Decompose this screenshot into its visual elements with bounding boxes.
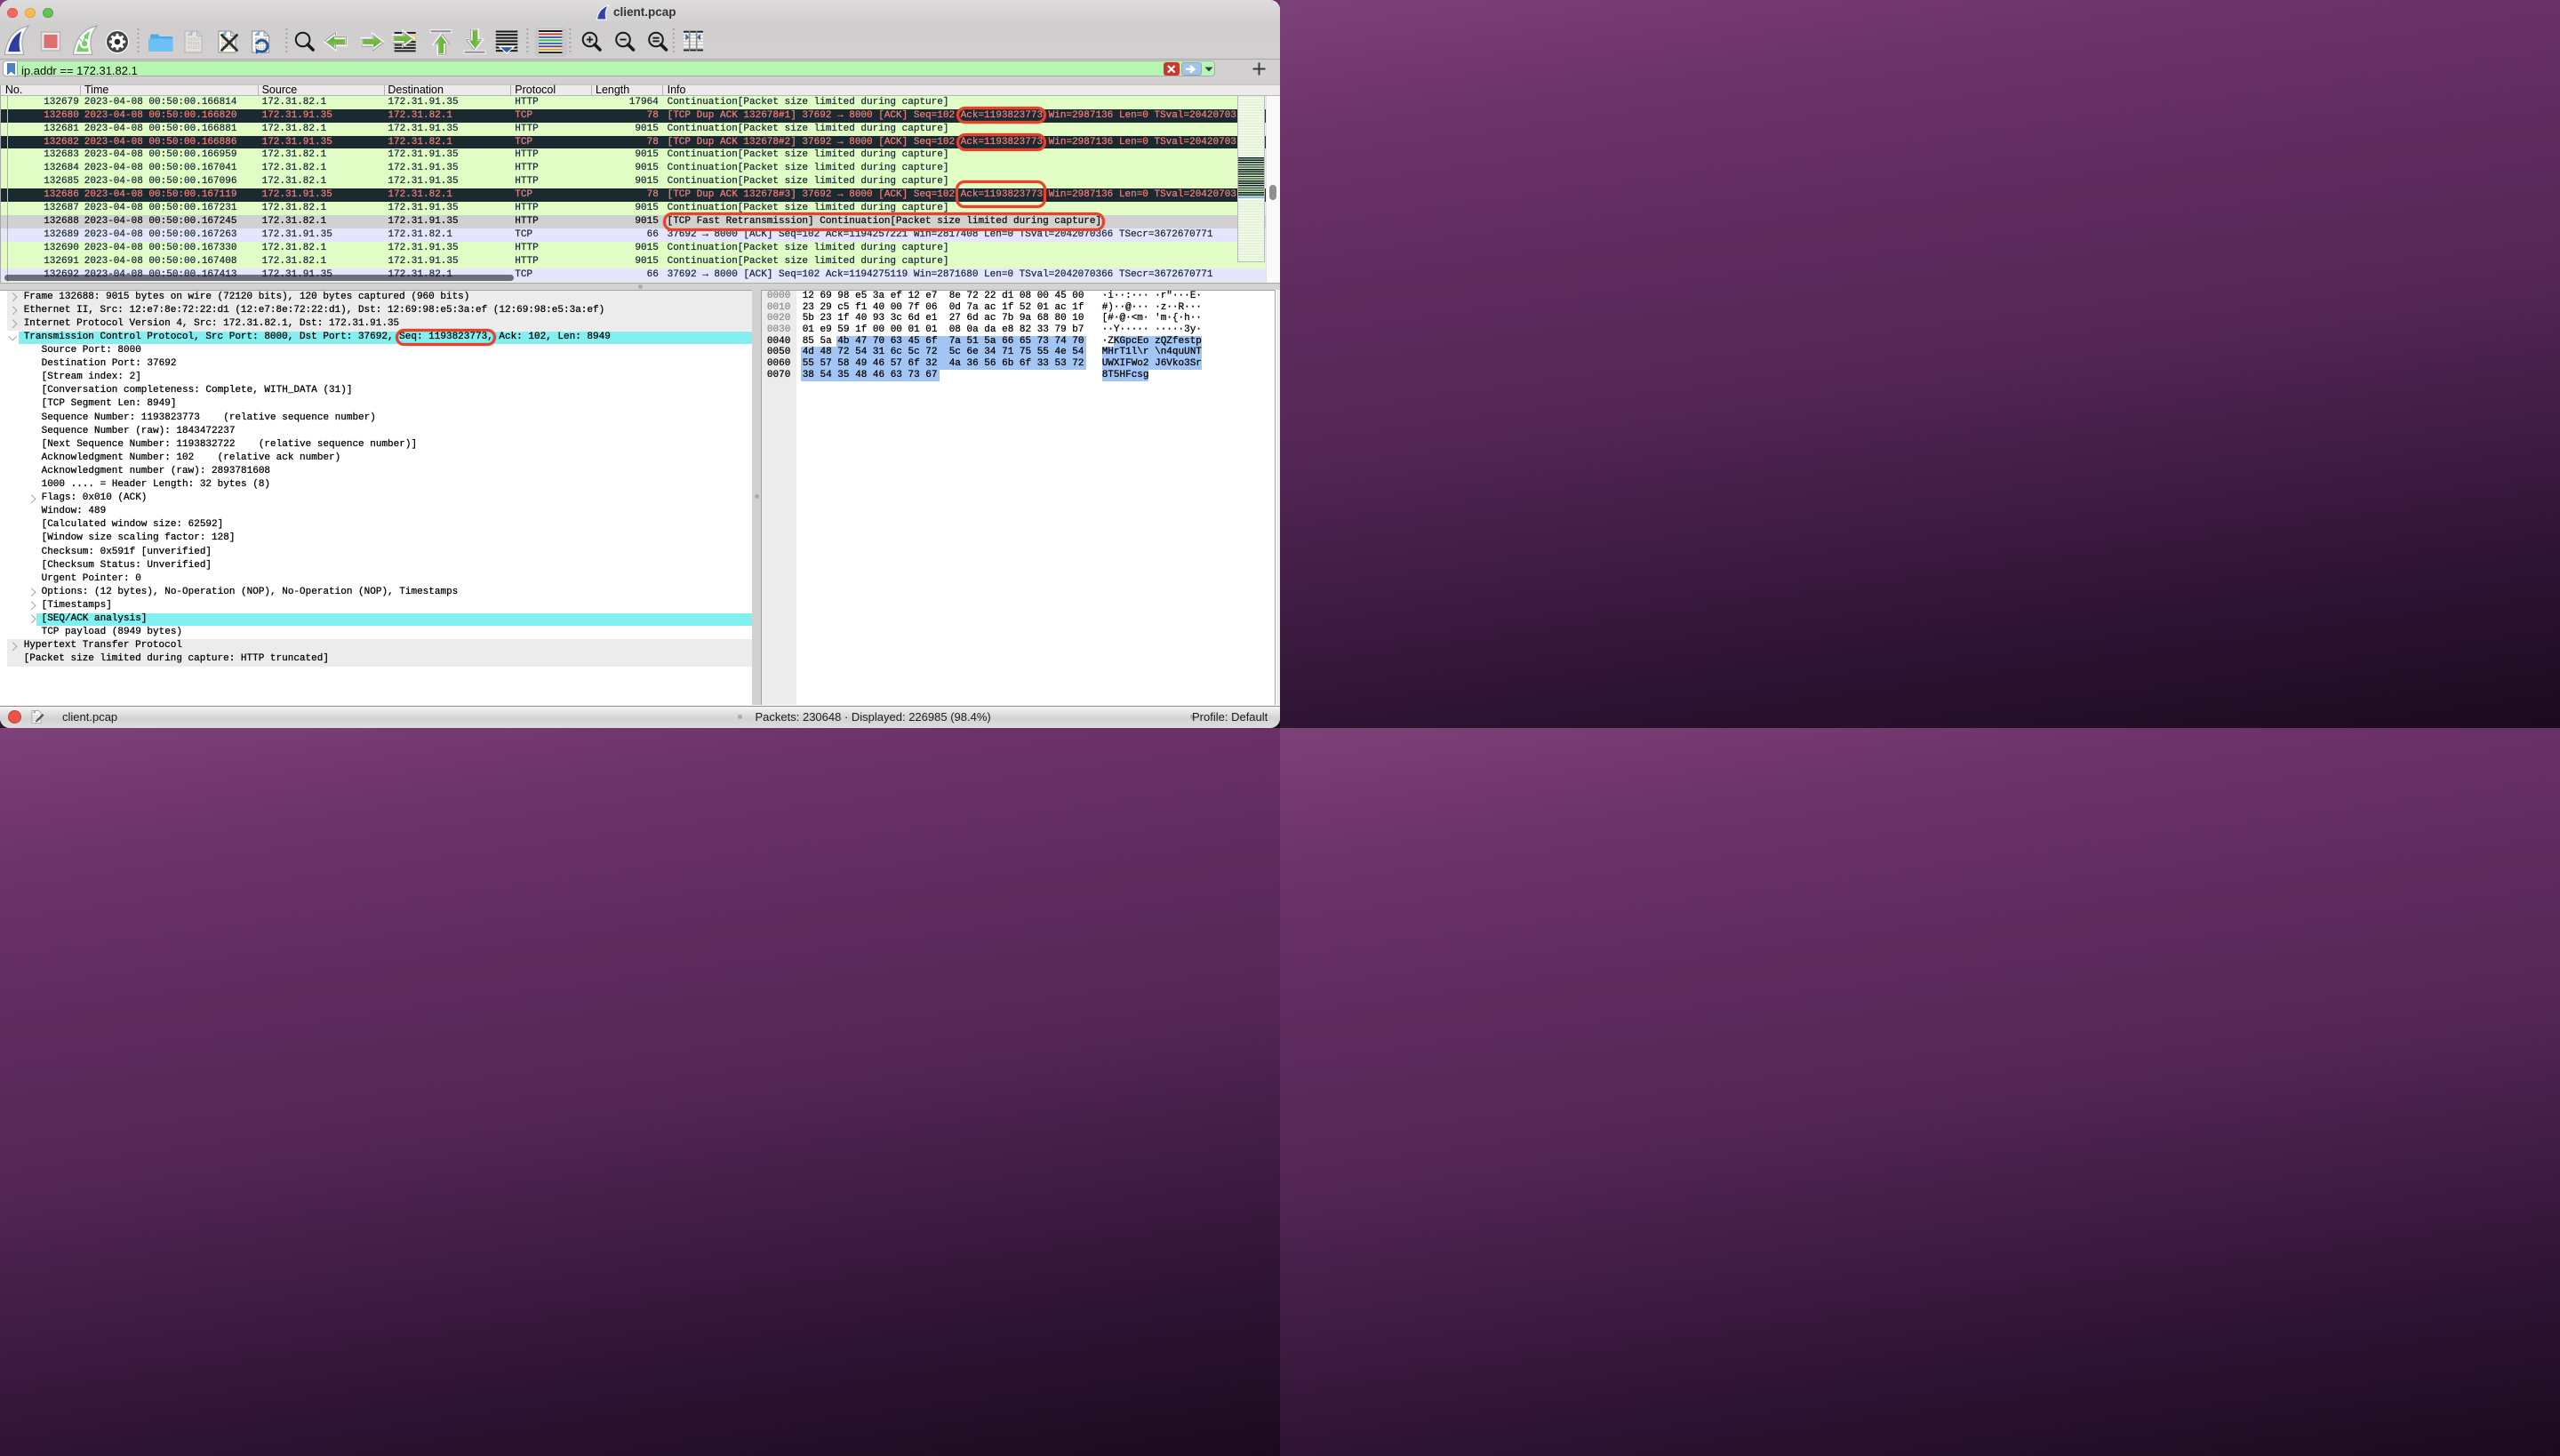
svg-text:01110: 01110	[188, 45, 200, 51]
